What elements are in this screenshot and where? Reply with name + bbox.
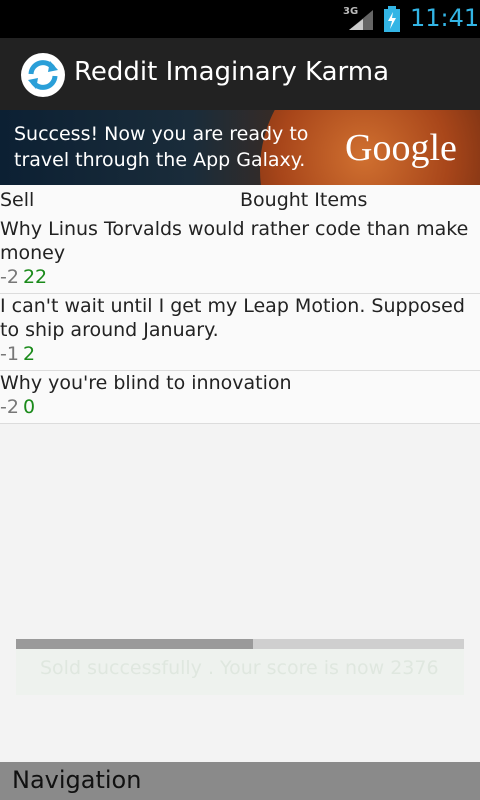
- item-cost: -2: [0, 266, 19, 288]
- navigation-bar[interactable]: Navigation: [0, 762, 480, 800]
- item-title: I can't wait until I get my Leap Motion.…: [0, 295, 465, 341]
- toast-progress-fill: [16, 639, 254, 649]
- toast-message: Sold successfully . Your score is now 23…: [16, 639, 464, 695]
- content-area: Sell Bought Items: [0, 185, 480, 217]
- app-title: Reddit Imaginary Karma: [74, 57, 390, 87]
- navigation-label: Navigation: [12, 766, 142, 794]
- item-value: 22: [22, 266, 48, 288]
- item-stats: -1 2: [0, 342, 480, 366]
- ad-banner[interactable]: Success! Now you are ready to travel thr…: [0, 110, 480, 185]
- item-stats: -2 22: [0, 265, 480, 289]
- item-list: Why Linus Torvalds would rather code tha…: [0, 217, 480, 424]
- tab-bar: Sell Bought Items: [0, 185, 480, 217]
- toast-progress-track: [16, 639, 464, 649]
- signal-icon: [349, 10, 373, 30]
- tab-bought-items[interactable]: Bought Items: [240, 189, 367, 211]
- item-title: Why Linus Torvalds would rather code tha…: [0, 218, 469, 264]
- action-bar: Reddit Imaginary Karma: [0, 38, 480, 110]
- item-cost: -2: [0, 396, 19, 418]
- ad-text-line-1: Success! Now you are ready to: [14, 123, 309, 145]
- list-item[interactable]: Why Linus Torvalds would rather code tha…: [0, 217, 480, 294]
- item-stats: -2 0: [0, 395, 480, 419]
- tab-sell[interactable]: Sell: [0, 189, 34, 211]
- battery-charging-icon: [383, 6, 401, 32]
- status-bar: 3G 11:41: [0, 0, 480, 38]
- item-value: 0: [22, 396, 36, 418]
- list-item[interactable]: Why you're blind to innovation -2 0: [0, 371, 480, 424]
- item-title: Why you're blind to innovation: [0, 372, 292, 394]
- ad-brand-logo: Google: [345, 127, 457, 169]
- ad-text-line-2: travel through the App Galaxy.: [14, 149, 306, 171]
- refresh-icon[interactable]: [20, 52, 66, 98]
- item-value: 2: [22, 343, 36, 365]
- list-item[interactable]: I can't wait until I get my Leap Motion.…: [0, 294, 480, 371]
- toast-text: Sold successfully . Your score is now 23…: [40, 657, 439, 679]
- clock: 11:41: [410, 4, 480, 32]
- network-indicator: 3G: [343, 6, 373, 32]
- item-cost: -1: [0, 343, 19, 365]
